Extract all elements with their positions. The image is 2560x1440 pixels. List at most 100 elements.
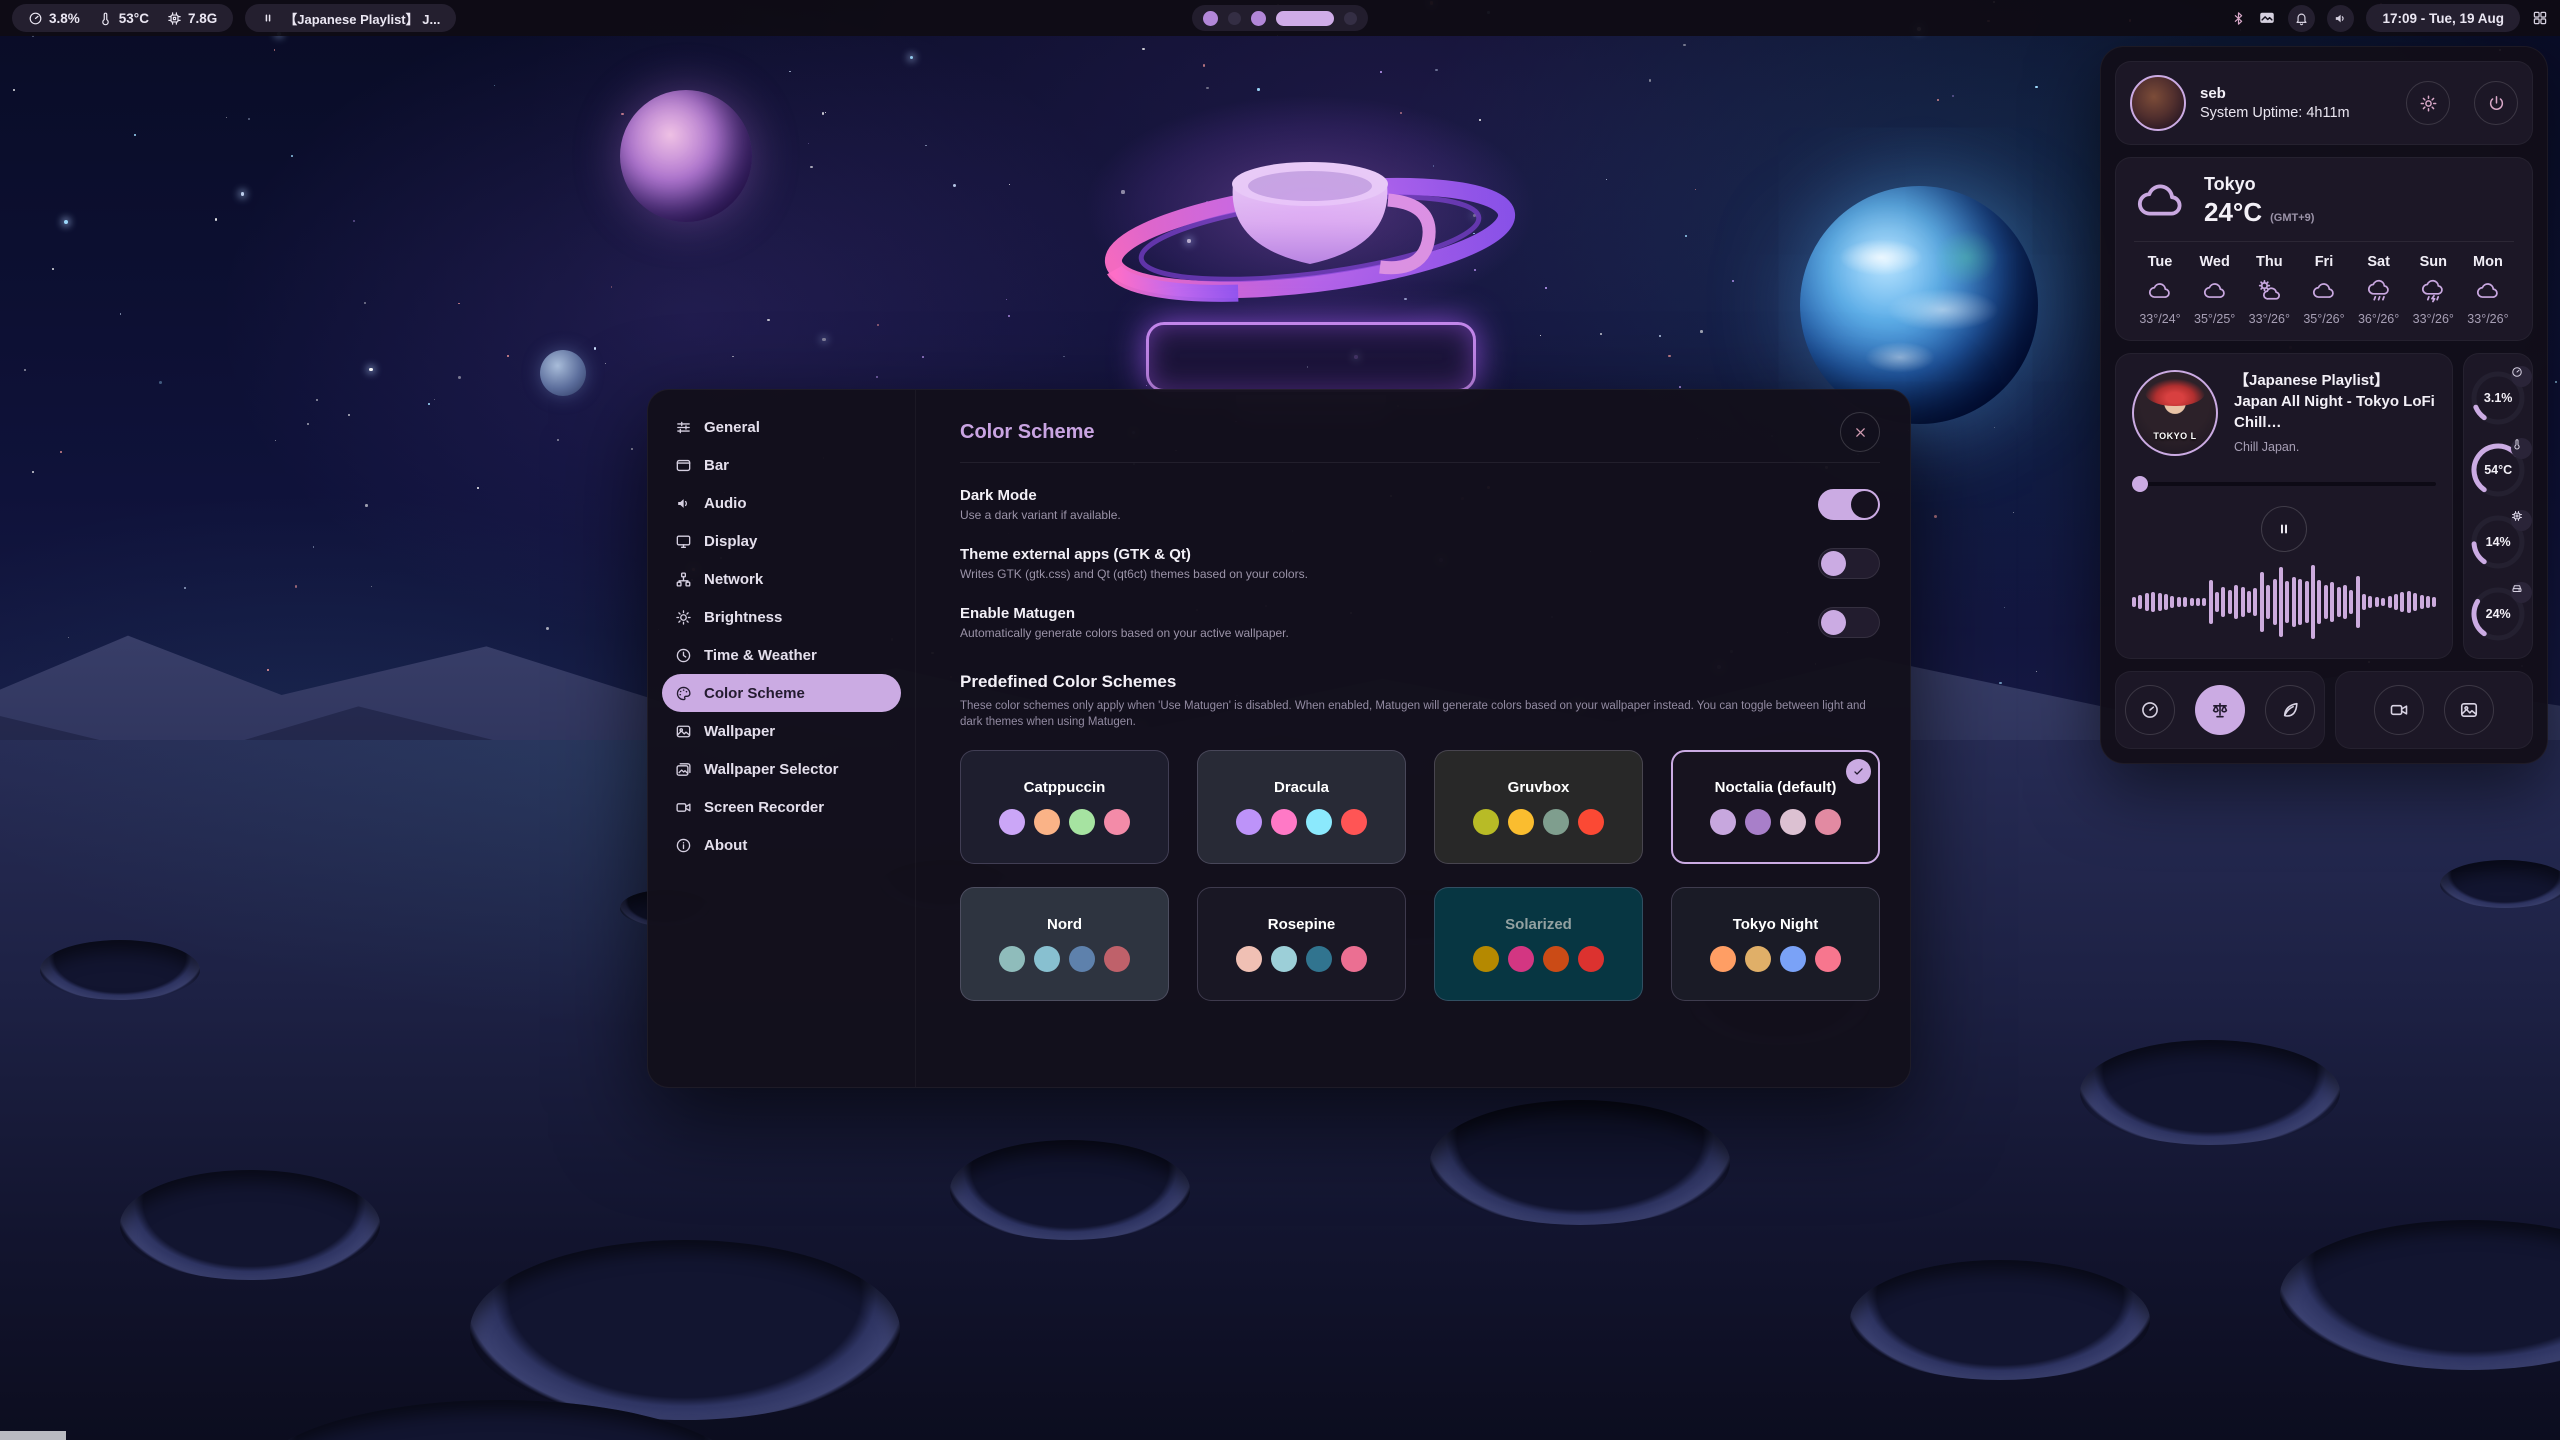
memory-metric: 7.8G	[167, 11, 217, 26]
sidebar-item-time-weather[interactable]: Time & Weather	[662, 636, 901, 674]
scheme-card-rosepine[interactable]: Rosepine	[1197, 887, 1406, 1001]
video-quick-button[interactable]	[2374, 685, 2424, 735]
sidebar-item-audio[interactable]: Audio	[662, 484, 901, 522]
system-metrics-pill[interactable]: 3.8% 53°C 7.8G	[12, 4, 233, 32]
scheme-card-tokyo-night[interactable]: Tokyo Night	[1671, 887, 1880, 1001]
video-icon	[675, 799, 692, 816]
system-uptime: System Uptime: 4h11m	[2200, 105, 2350, 121]
settings-content: Color Scheme Dark ModeUse a dark variant…	[916, 390, 1910, 1087]
desktop: 3.8% 53°C 7.8G 【Japanese Playlist】 J...	[0, 0, 2560, 1440]
star	[621, 113, 623, 115]
visualizer-bar	[2215, 592, 2219, 613]
power-button[interactable]	[2474, 81, 2518, 125]
quick-settings-left	[2115, 671, 2325, 749]
scales-quick-button[interactable]	[2195, 685, 2245, 735]
workspace-5-empty[interactable]	[1344, 12, 1357, 25]
visualizer-bar	[2330, 582, 2334, 622]
bar-media-widget[interactable]: 【Japanese Playlist】 J...	[245, 4, 456, 32]
tray-icon[interactable]	[2231, 11, 2246, 26]
cloud-rain-icon	[2366, 278, 2392, 304]
settings-button[interactable]	[2406, 81, 2450, 125]
sidebar-item-general[interactable]: General	[662, 408, 901, 446]
media-progress-bar[interactable]	[2132, 476, 2436, 492]
workspace-4-focused[interactable]	[1276, 11, 1334, 26]
progress-handle[interactable]	[2132, 476, 2148, 492]
color-swatch	[1578, 946, 1604, 972]
star	[1679, 386, 1681, 388]
scheme-card-solarized[interactable]: Solarized	[1434, 887, 1643, 1001]
workspace-1-occupied[interactable]	[1203, 11, 1218, 26]
star	[291, 155, 293, 157]
sidebar-item-screen-recorder[interactable]: Screen Recorder	[662, 788, 901, 826]
visualizer-bar	[2388, 596, 2392, 607]
sidebar-item-color-scheme[interactable]: Color Scheme	[662, 674, 901, 712]
star	[1685, 235, 1687, 237]
cloud-icon	[2134, 174, 2188, 228]
star	[925, 145, 927, 147]
small-planet	[540, 350, 586, 396]
crater	[120, 1170, 380, 1280]
toggle-dark-mode[interactable]	[1818, 489, 1880, 520]
info-icon	[675, 837, 692, 854]
star	[428, 403, 430, 405]
color-swatch	[1578, 809, 1604, 835]
visualizer-bar	[2311, 565, 2315, 640]
settings-sidebar: GeneralBarAudio Display Network Brightness T…	[648, 390, 916, 1087]
scheme-name: Solarized	[1505, 916, 1572, 933]
scheme-card-catppuccin[interactable]: Catppuccin	[960, 750, 1169, 864]
leaf-quick-button[interactable]	[2265, 685, 2315, 735]
app-grid-icon[interactable]	[2532, 10, 2548, 26]
scheme-card-nord[interactable]: Nord	[960, 887, 1169, 1001]
wallpaper-tray-icon[interactable]	[2258, 9, 2276, 27]
visualizer-bar	[2202, 598, 2206, 605]
images-icon	[675, 761, 692, 778]
sidebar-item-wallpaper-selector[interactable]: Wallpaper Selector	[662, 750, 901, 788]
scheme-card-gruvbox[interactable]: Gruvbox	[1434, 750, 1643, 864]
clock-widget[interactable]: 17:09 - Tue, 19 Aug	[2366, 4, 2520, 32]
visualizer-bar	[2381, 598, 2385, 606]
schemes-section-title: Predefined Color Schemes	[960, 672, 1880, 692]
color-swatch	[1271, 809, 1297, 835]
sidebar-item-display[interactable]: Display	[662, 522, 901, 560]
volume-button[interactable]	[2327, 5, 2354, 32]
sidebar-item-label: Brightness	[704, 609, 782, 626]
sidebar-item-bar[interactable]: Bar	[662, 446, 901, 484]
network-icon	[675, 571, 692, 588]
album-art[interactable]: TOKYO L	[2132, 370, 2218, 456]
sidebar-item-label: Time & Weather	[704, 647, 817, 664]
bar-media-label: 【Japanese Playlist】 J...	[284, 9, 440, 28]
forecast-day-label: Sun	[2420, 254, 2447, 270]
star	[295, 585, 297, 587]
toggle-enable-matugen[interactable]	[1818, 607, 1880, 638]
visualizer-bar	[2317, 580, 2321, 624]
workspace-3-occupied[interactable]	[1251, 11, 1266, 26]
scheme-card-dracula[interactable]: Dracula	[1197, 750, 1406, 864]
clock-icon	[675, 647, 692, 664]
color-swatch	[1069, 946, 1095, 972]
sidebar-item-brightness[interactable]: Brightness	[662, 598, 901, 636]
star	[353, 220, 355, 222]
star	[434, 399, 435, 400]
color-swatch	[1710, 809, 1736, 835]
cloud-storm-icon	[2420, 278, 2446, 304]
visualizer-bar	[2177, 597, 2181, 607]
notifications-button[interactable]	[2288, 5, 2315, 32]
image-quick-button[interactable]	[2444, 685, 2494, 735]
sidebar-item-network[interactable]: Network	[662, 560, 901, 598]
scheme-name: Rosepine	[1268, 916, 1336, 933]
gauge-quick-button[interactable]	[2125, 685, 2175, 735]
star	[274, 49, 275, 50]
sidebar-item-wallpaper[interactable]: Wallpaper	[662, 712, 901, 750]
scheme-card-noctalia-default-[interactable]: Noctalia (default)	[1671, 750, 1880, 864]
scheme-name: Catppuccin	[1024, 779, 1106, 796]
sidebar-item-label: Display	[704, 533, 757, 550]
star	[825, 112, 826, 113]
window-icon	[675, 457, 692, 474]
close-button[interactable]	[1840, 412, 1880, 452]
sidebar-item-about[interactable]: About	[662, 826, 901, 864]
visualizer-bar	[2279, 567, 2283, 638]
star	[2035, 86, 2037, 88]
play-pause-button[interactable]	[2261, 506, 2307, 552]
workspace-2-empty[interactable]	[1228, 12, 1241, 25]
toggle-theme-external-apps-gtk-qt-[interactable]	[1818, 548, 1880, 579]
